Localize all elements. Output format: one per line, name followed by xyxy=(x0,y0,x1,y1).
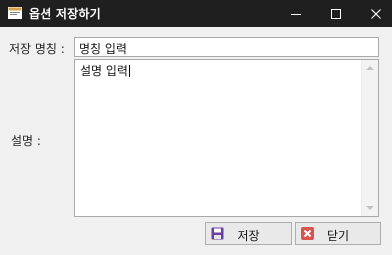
description-label: 설명 : xyxy=(11,134,41,148)
scroll-down-icon[interactable] xyxy=(366,206,374,210)
close-button-label: 닫기 xyxy=(326,229,350,243)
window-title: 옵션 저장하기 xyxy=(29,7,101,21)
name-input[interactable]: 명칭 입력 xyxy=(74,37,379,57)
save-options-dialog: 옵션 저장하기 저장 명칭 : 명칭 입력 설명 : 설명 입력 저장 닫기 xyxy=(0,0,392,255)
name-input-value: 명칭 입력 xyxy=(79,42,127,56)
save-button[interactable]: 저장 xyxy=(205,222,292,245)
app-icon xyxy=(8,7,22,19)
close-button[interactable]: 닫기 xyxy=(295,222,381,245)
vertical-scrollbar[interactable] xyxy=(361,60,378,216)
name-label: 저장 명칭 : xyxy=(9,42,65,56)
description-value: 설명 입력 xyxy=(80,64,128,78)
maximize-button[interactable] xyxy=(320,0,352,27)
minimize-icon xyxy=(291,13,301,15)
maximize-icon xyxy=(331,8,341,19)
close-window-button[interactable] xyxy=(360,0,392,27)
close-icon xyxy=(371,8,381,19)
title-bar[interactable]: 옵션 저장하기 xyxy=(0,0,392,27)
scroll-up-icon[interactable] xyxy=(366,66,374,70)
description-textarea[interactable]: 설명 입력 xyxy=(74,59,379,217)
description-content: 설명 입력 xyxy=(80,62,130,79)
save-button-label: 저장 xyxy=(237,229,260,243)
text-caret xyxy=(128,65,130,77)
minimize-button[interactable] xyxy=(280,0,312,27)
